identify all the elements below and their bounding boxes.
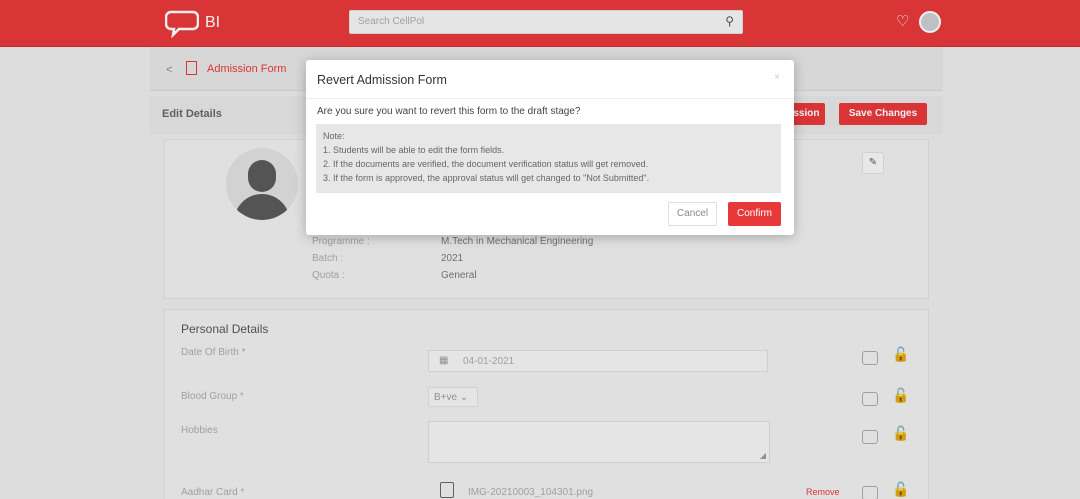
modal-title: Revert Admission Form bbox=[317, 73, 447, 87]
close-icon[interactable]: × bbox=[774, 72, 780, 83]
modal-question: Are you sure you want to revert this for… bbox=[317, 106, 581, 117]
note-line: 1. Students will be able to edit the for… bbox=[323, 145, 505, 155]
note-heading: Note: bbox=[323, 131, 345, 141]
note-box: Note: 1. Students will be able to edit t… bbox=[316, 124, 781, 193]
revert-form-modal: Revert Admission Form × Are you sure you… bbox=[306, 60, 794, 235]
note-line: 3. If the form is approved, the approval… bbox=[323, 173, 650, 183]
cancel-button[interactable]: Cancel bbox=[668, 202, 717, 226]
confirm-button[interactable]: Confirm bbox=[728, 202, 781, 226]
modal-divider bbox=[306, 98, 794, 99]
note-line: 2. If the documents are verified, the do… bbox=[323, 159, 649, 169]
